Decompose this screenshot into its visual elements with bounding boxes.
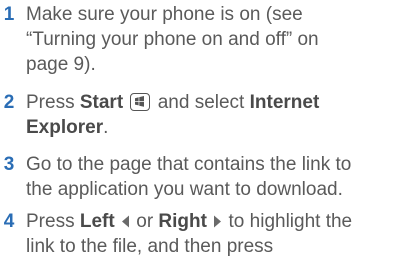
internet-label: Internet	[249, 92, 320, 113]
step-line: “Turning your phone on and off” on	[26, 29, 319, 50]
step-number: 2	[3, 92, 15, 113]
step-number: 3	[3, 154, 15, 175]
text-fragment: or	[130, 211, 159, 232]
step-line: the application you want to download.	[26, 179, 343, 200]
step-line: Press Start and select Internet	[26, 90, 411, 115]
text-fragment: Press	[26, 211, 80, 232]
windows-start-icon	[130, 93, 151, 111]
start-label: Start	[79, 92, 124, 113]
step-line: Go to the page that contains the link to	[26, 154, 352, 175]
text-fragment: and select	[152, 92, 250, 113]
step-line: link to the file, and then press	[26, 236, 274, 257]
text-fragment: .	[103, 117, 109, 138]
explorer-label: Explorer	[26, 117, 104, 138]
text-fragment: Press	[26, 92, 80, 113]
step-text: Make sure your phone is on (see “Turning…	[26, 2, 411, 77]
text-fragment: to highlight the	[223, 211, 353, 232]
step-text: Press Start and select Internet Explorer…	[26, 90, 411, 140]
step-line: Make sure your phone is on (see	[26, 4, 303, 25]
instruction-page: 1 Make sure your phone is on (see “Turni…	[0, 0, 413, 259]
step-line: Explorer.	[26, 115, 411, 140]
step-text: Press Left or Right to highlight the lin…	[26, 209, 411, 259]
step-number: 4	[3, 211, 15, 232]
step-text: Go to the page that contains the link to…	[26, 152, 411, 202]
step-line: page 9).	[26, 54, 96, 75]
right-label: Right	[158, 211, 207, 232]
left-arrow-icon	[121, 215, 129, 228]
step-number: 1	[3, 4, 15, 25]
step-line: Press Left or Right to highlight the	[26, 209, 411, 234]
right-arrow-icon	[214, 215, 222, 228]
left-label: Left	[79, 211, 115, 232]
